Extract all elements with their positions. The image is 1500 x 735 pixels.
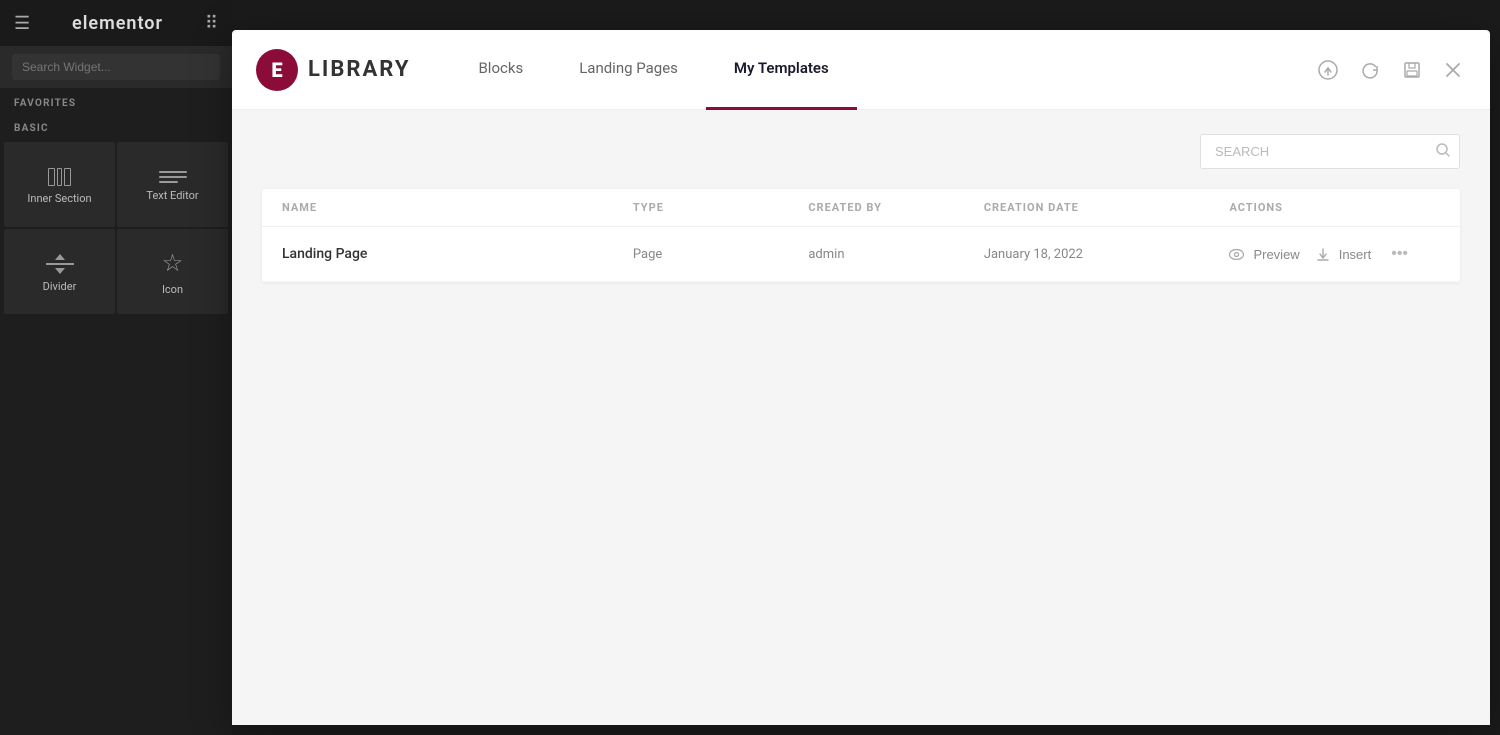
search-widget-input[interactable] bbox=[12, 54, 220, 80]
more-options-button[interactable]: ••• bbox=[1387, 243, 1412, 265]
icon-star-icon: ☆ bbox=[162, 251, 184, 277]
col-creation-date: CREATION DATE bbox=[984, 201, 1230, 214]
close-icon bbox=[1444, 61, 1462, 79]
basic-label: BASIC bbox=[0, 113, 232, 138]
search-wrap bbox=[1200, 134, 1460, 169]
row-template-name: Landing Page bbox=[282, 246, 633, 262]
header-actions bbox=[1314, 56, 1466, 84]
logo-letter: E bbox=[271, 58, 282, 82]
widget-inner-section[interactable]: Inner Section bbox=[4, 142, 115, 227]
menu-icon[interactable]: ☰ bbox=[14, 13, 30, 34]
search-icon bbox=[1436, 143, 1450, 161]
table-row: Landing Page Page admin January 18, 2022… bbox=[262, 227, 1460, 282]
logo-circle: E bbox=[256, 49, 298, 91]
modal-body: NAME TYPE CREATED BY CREATION DATE ACTIO… bbox=[232, 110, 1490, 725]
refresh-button[interactable] bbox=[1356, 56, 1384, 84]
close-button[interactable] bbox=[1440, 57, 1466, 83]
save-button[interactable] bbox=[1398, 56, 1426, 84]
col-name: NAME bbox=[282, 201, 633, 214]
row-creation-date: January 18, 2022 bbox=[984, 247, 1230, 262]
favorites-label: FAVORITES bbox=[0, 88, 232, 113]
tab-landing-pages[interactable]: Landing Pages bbox=[551, 30, 706, 110]
elementor-sidebar: ☰ elementor ⠿ FAVORITES BASIC Inner Sect… bbox=[0, 0, 232, 735]
icon-label: Icon bbox=[162, 283, 183, 296]
inner-section-label: Inner Section bbox=[27, 192, 91, 205]
widget-divider[interactable]: Divider bbox=[4, 229, 115, 314]
tab-my-templates[interactable]: My Templates bbox=[706, 30, 857, 110]
table-header: NAME TYPE CREATED BY CREATION DATE ACTIO… bbox=[262, 189, 1460, 227]
divider-icon bbox=[46, 254, 74, 274]
library-modal: E LIBRARY Blocks Landing Pages My Templa… bbox=[232, 30, 1490, 725]
insert-icon bbox=[1316, 247, 1330, 261]
templates-search-input[interactable] bbox=[1200, 134, 1460, 169]
refresh-icon bbox=[1360, 60, 1380, 80]
col-actions: ACTIONS bbox=[1229, 201, 1440, 214]
col-created-by: CREATED BY bbox=[808, 201, 983, 214]
grid-icon[interactable]: ⠿ bbox=[205, 13, 218, 34]
text-editor-icon bbox=[159, 171, 187, 183]
inner-section-icon bbox=[48, 168, 71, 186]
row-actions: Preview Insert ••• bbox=[1229, 243, 1440, 265]
widget-text-editor[interactable]: Text Editor bbox=[117, 142, 228, 227]
modal-tabs: Blocks Landing Pages My Templates bbox=[450, 30, 1314, 110]
templates-table: NAME TYPE CREATED BY CREATION DATE ACTIO… bbox=[262, 189, 1460, 282]
upload-button[interactable] bbox=[1314, 56, 1342, 84]
modal-header: E LIBRARY Blocks Landing Pages My Templa… bbox=[232, 30, 1490, 110]
save-icon bbox=[1402, 60, 1422, 80]
row-template-type: Page bbox=[633, 247, 808, 262]
tab-blocks[interactable]: Blocks bbox=[450, 30, 551, 110]
col-type: TYPE bbox=[633, 201, 808, 214]
widgets-grid: Inner Section Text Editor Divider ☆ bbox=[0, 138, 232, 318]
widget-search-bar bbox=[0, 46, 232, 88]
sidebar-topbar: ☰ elementor ⠿ bbox=[0, 0, 232, 46]
preview-button[interactable]: Preview bbox=[1229, 247, 1299, 262]
library-title: LIBRARY bbox=[308, 57, 410, 82]
divider-label: Divider bbox=[43, 280, 77, 293]
insert-button[interactable]: Insert bbox=[1316, 247, 1372, 262]
row-created-by: admin bbox=[808, 247, 983, 262]
text-editor-label: Text Editor bbox=[146, 189, 198, 202]
elementor-logo: elementor bbox=[72, 13, 163, 34]
preview-icon bbox=[1229, 249, 1244, 260]
search-row bbox=[262, 134, 1460, 169]
upload-icon bbox=[1318, 60, 1338, 80]
library-logo: E LIBRARY bbox=[256, 49, 410, 91]
widget-icon[interactable]: ☆ Icon bbox=[117, 229, 228, 314]
